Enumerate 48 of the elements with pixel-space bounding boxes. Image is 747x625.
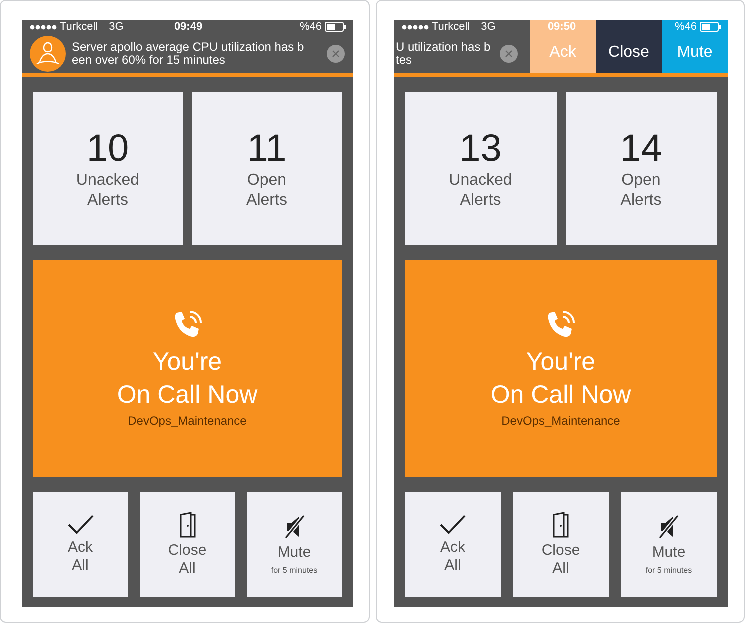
on-call-title: You're On Call Now	[117, 346, 258, 410]
battery-percent: %46	[300, 21, 322, 33]
stat-tile[interactable]: 11 Open Alerts	[192, 92, 342, 245]
battery-icon	[325, 22, 348, 32]
status-time: 09:50	[548, 21, 576, 33]
network-type: 3G	[481, 21, 496, 33]
close-all-button[interactable]: Close All	[140, 492, 235, 597]
stat-label: Open Alerts	[620, 170, 662, 210]
network-type: 3G	[109, 21, 124, 33]
battery-icon	[700, 22, 722, 32]
stat-label: Unacked Alerts	[449, 170, 512, 210]
door-icon	[180, 512, 196, 538]
mute-all-button[interactable]: Mute for 5 minutes	[621, 492, 717, 597]
close-all-button[interactable]: Close All	[513, 492, 609, 597]
checkmark-icon	[68, 514, 94, 534]
signal-dots-icon	[30, 24, 57, 30]
muted-speaker-icon	[282, 514, 306, 540]
checkmark-icon	[440, 514, 466, 534]
mute-all-button[interactable]: Mute for 5 minutes	[247, 492, 342, 597]
notification-text: Server apollo average CPU utilization has b een over 60% for 15 minutes	[72, 40, 306, 66]
door-icon	[553, 512, 569, 538]
stat-count: 14	[620, 126, 662, 170]
stat-tile[interactable]: 14 Open Alerts	[566, 92, 717, 245]
muted-speaker-icon	[657, 514, 681, 540]
signal-dots-icon	[402, 24, 429, 30]
logo-icon	[30, 36, 66, 72]
stat-label: Open Alerts	[246, 170, 288, 210]
stat-tile[interactable]: 10 Unacked Alerts	[33, 92, 183, 245]
phone-icon	[546, 310, 576, 340]
stat-tile[interactable]: 13 Unacked Alerts	[405, 92, 556, 245]
ack-all-button[interactable]: Ack All	[33, 492, 128, 597]
ack-all-button[interactable]: Ack All	[405, 492, 501, 597]
notification-text: U utilization has b tes	[396, 41, 492, 67]
phone-icon	[172, 310, 202, 340]
on-call-title: You're On Call Now	[490, 346, 632, 410]
close-icon[interactable]	[500, 45, 518, 63]
stat-label: Unacked Alerts	[76, 170, 140, 210]
status-time: 09:49	[174, 21, 203, 33]
battery-percent: %46	[674, 21, 698, 33]
team-name: DevOps_Maintenance	[502, 414, 620, 428]
stat-count: 13	[460, 126, 502, 170]
stat-count: 10	[86, 126, 130, 170]
swipe-action-button[interactable]: Close	[596, 20, 662, 73]
stat-count: 11	[247, 126, 287, 170]
close-icon[interactable]	[327, 44, 345, 62]
carrier-name: Turkcell	[60, 21, 98, 33]
team-name: DevOps_Maintenance	[128, 414, 247, 428]
carrier-name: Turkcell	[432, 21, 470, 33]
